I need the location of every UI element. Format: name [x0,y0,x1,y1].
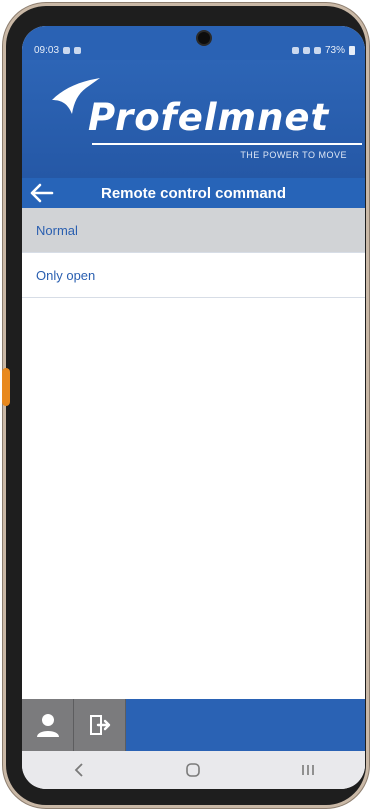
nav-home-button[interactable] [173,755,213,785]
option-only-open[interactable]: Only open [22,253,365,298]
bottom-toolbar [22,699,365,751]
signal-icon [313,47,321,54]
back-button[interactable] [28,182,54,204]
logout-button[interactable] [74,699,126,751]
option-label: Normal [36,222,78,238]
option-label: Only open [36,267,96,283]
logout-icon [89,715,110,735]
recents-icon [302,765,314,775]
gallery-icon [74,47,82,54]
back-arrow-icon [30,183,54,203]
option-normal[interactable]: Normal [22,208,365,253]
android-nav-bar [22,751,365,789]
status-bar: 09:03 73% [22,26,365,60]
brand-header: Profelmnet THE POWER TO MOVE [22,60,365,178]
bluetooth-icon [302,47,310,54]
option-list: Normal Only open [22,208,365,298]
phone-frame: 09:03 73% Profelmnet THE POWER TO MOVE R… [2,6,366,805]
nav-back-button[interactable] [59,755,99,785]
chevron-left-icon [74,763,83,777]
notification-icon [63,47,71,54]
alarm-icon [291,47,299,54]
screen: 09:03 73% Profelmnet THE POWER TO MOVE R… [22,26,365,789]
empty-content-area [22,298,365,699]
brand-logo-text: Profelmnet [88,96,330,139]
front-camera [198,32,210,44]
nav-recents-button[interactable] [288,755,328,785]
status-time: 09:03 [34,45,60,56]
battery-icon [349,46,355,55]
user-icon [36,714,59,737]
home-icon [186,763,201,777]
title-bar: Remote control command [22,178,365,208]
logo-underline [92,143,362,145]
side-button [2,368,10,406]
brand-tagline: THE POWER TO MOVE [240,150,347,160]
page-title: Remote control command [100,184,287,202]
user-button[interactable] [22,699,74,751]
battery-level: 73% [324,45,345,56]
